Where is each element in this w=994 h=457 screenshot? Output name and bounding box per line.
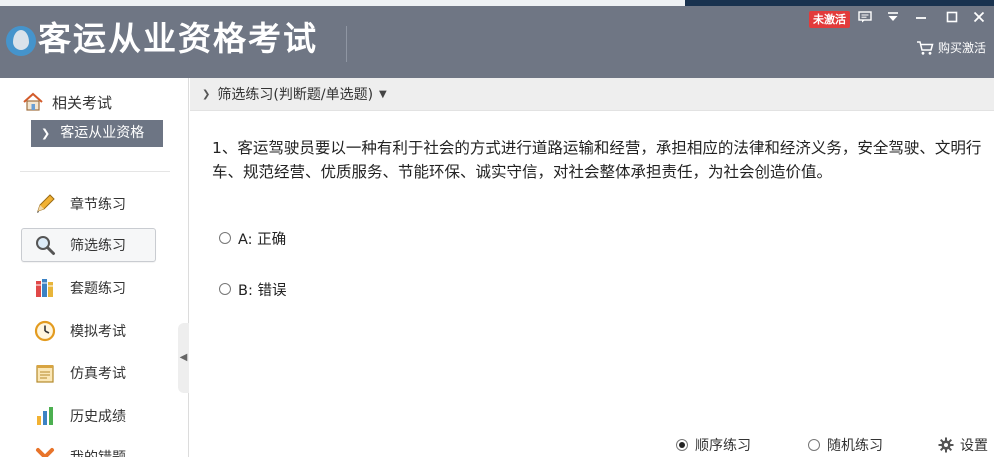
settings-button[interactable]: 设置 bbox=[938, 435, 988, 455]
sidebar: 相关考试 ❯ 客运从业资格 章节练习 筛选练习 套题练习 模拟考试 仿真考试 历史 bbox=[0, 78, 189, 457]
related-exams-header[interactable]: 相关考试 bbox=[22, 91, 112, 113]
chevron-right-icon: ❯ bbox=[202, 88, 211, 100]
sidebar-item-label: 筛选练习 bbox=[70, 238, 126, 254]
activation-status-badge[interactable]: 未激活 bbox=[809, 11, 850, 28]
sidebar-item-my-mistakes[interactable]: 我的错题 bbox=[21, 440, 156, 457]
sidebar-item-label: 章节练习 bbox=[70, 197, 126, 213]
filter-bar[interactable]: ❯ 筛选练习(判断题/单选题) ▼ bbox=[190, 78, 994, 111]
app-window: 客运从业资格考试 未激活 购买激活 相关考试 ❯ 客运从业资格 章节练习 筛选练… bbox=[0, 0, 994, 457]
random-practice-radio[interactable] bbox=[808, 439, 820, 451]
question-text: 1、客运驾驶员要以一种有利于社会的方式进行道路运输和经营，承担相应的法律和经济义… bbox=[212, 139, 982, 181]
house-icon bbox=[23, 92, 43, 111]
option-b-radio[interactable] bbox=[219, 283, 231, 295]
filter-dropdown-label[interactable]: 筛选练习(判断题/单选题) bbox=[217, 84, 373, 104]
clock-icon bbox=[34, 320, 56, 342]
random-practice-label: 随机练习 bbox=[827, 438, 883, 454]
buy-activation-button[interactable]: 购买激活 bbox=[916, 39, 986, 57]
maximize-button[interactable] bbox=[943, 11, 961, 28]
gear-icon bbox=[938, 437, 954, 453]
cart-icon bbox=[917, 41, 934, 55]
close-button[interactable] bbox=[970, 11, 988, 28]
buy-activation-label: 购买激活 bbox=[938, 41, 987, 55]
sidebar-collapse-handle[interactable]: ◀ bbox=[178, 323, 189, 393]
sequential-practice-label: 顺序练习 bbox=[695, 438, 751, 454]
notepad-icon bbox=[36, 365, 54, 383]
sidebar-item-label: 我的错题 bbox=[70, 447, 126, 457]
sidebar-item-history-scores[interactable]: 历史成绩 bbox=[21, 399, 156, 433]
option-a-label: A: 正确 bbox=[238, 231, 287, 248]
chevron-right-icon: ❯ bbox=[41, 127, 51, 140]
message-icon bbox=[858, 11, 872, 23]
related-exams-label: 相关考试 bbox=[52, 93, 113, 112]
bar-chart-icon bbox=[37, 407, 53, 425]
app-logo-icon bbox=[6, 26, 36, 56]
chevron-down-icon[interactable]: ▼ bbox=[379, 89, 387, 100]
option-b-label: B: 错误 bbox=[238, 282, 287, 299]
selected-exam-item[interactable]: ❯ 客运从业资格 bbox=[31, 120, 163, 147]
x-mark-icon bbox=[36, 448, 54, 457]
sidebar-item-set-practice[interactable]: 套题练习 bbox=[21, 271, 156, 305]
sequential-practice-option[interactable]: 顺序练习 bbox=[676, 435, 751, 455]
option-a-radio[interactable] bbox=[219, 232, 231, 244]
chevron-left-icon: ◀ bbox=[179, 352, 188, 363]
pencil-icon bbox=[37, 194, 55, 213]
magnifier-icon bbox=[36, 236, 55, 255]
title-divider bbox=[346, 26, 347, 62]
sidebar-item-filter-practice[interactable]: 筛选练习 bbox=[21, 228, 156, 262]
app-title: 客运从业资格考试 bbox=[38, 19, 318, 58]
app-header: 客运从业资格考试 未激活 购买激活 bbox=[0, 6, 994, 78]
random-practice-option[interactable]: 随机练习 bbox=[808, 435, 883, 455]
option-b[interactable]: B: 错误 bbox=[219, 279, 286, 299]
option-a[interactable]: A: 正确 bbox=[219, 228, 286, 248]
menu-dropdown-icon bbox=[888, 12, 898, 21]
sidebar-divider bbox=[20, 171, 170, 172]
feedback-button[interactable] bbox=[856, 11, 874, 28]
selected-exam-label: 客运从业资格 bbox=[60, 125, 145, 141]
sidebar-item-label: 套题练习 bbox=[70, 281, 126, 297]
sidebar-item-label: 仿真考试 bbox=[70, 366, 126, 382]
sidebar-item-simulation-exam[interactable]: 仿真考试 bbox=[21, 356, 156, 390]
sidebar-item-label: 历史成绩 bbox=[70, 409, 126, 425]
sidebar-item-mock-exam[interactable]: 模拟考试 bbox=[21, 314, 156, 348]
minimize-icon bbox=[916, 17, 926, 19]
sequential-practice-radio[interactable] bbox=[676, 439, 688, 451]
menu-button[interactable] bbox=[884, 11, 902, 28]
books-icon bbox=[36, 279, 53, 297]
close-icon bbox=[973, 11, 985, 23]
sidebar-item-label: 模拟考试 bbox=[70, 324, 126, 340]
minimize-button[interactable] bbox=[912, 11, 930, 28]
settings-label: 设置 bbox=[960, 438, 988, 454]
sidebar-item-chapter-practice[interactable]: 章节练习 bbox=[21, 187, 156, 221]
maximize-icon bbox=[946, 11, 958, 23]
